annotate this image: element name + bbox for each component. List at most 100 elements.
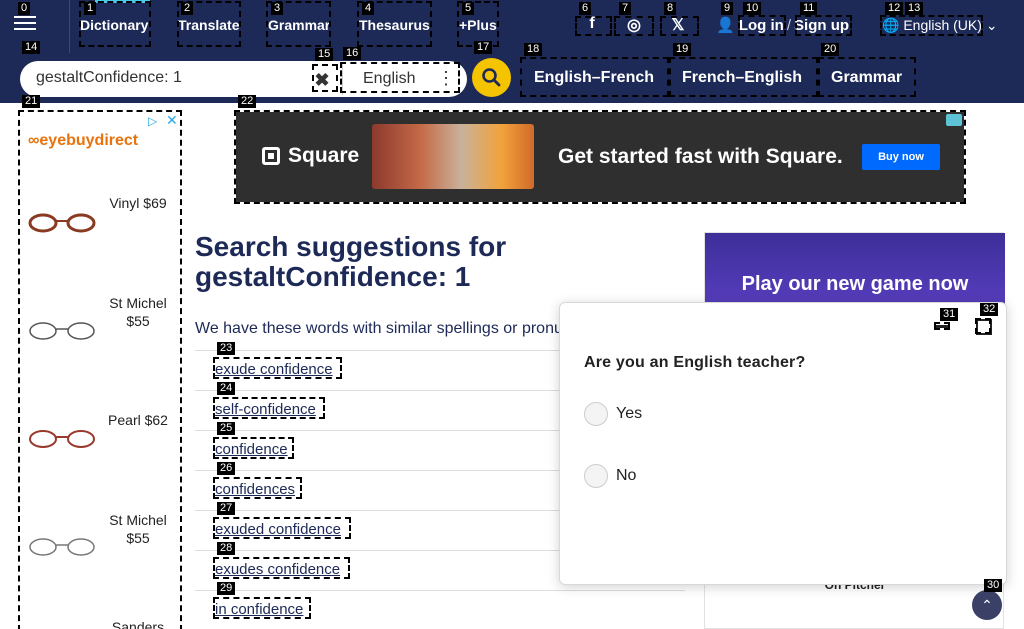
ad-product-label: Pearl $62 <box>108 412 168 428</box>
nav-divider <box>69 0 70 53</box>
nav-plus[interactable]: +Plus <box>459 17 497 33</box>
glasses-image <box>28 536 96 558</box>
expand-icon[interactable] <box>976 319 992 335</box>
annotation-tag: 13 <box>905 2 924 15</box>
annotation-tag: 27 <box>217 502 236 515</box>
nav-thesaurus[interactable]: Thesaurus <box>359 17 430 33</box>
annotation-tag: 29 <box>217 582 236 595</box>
suggestion-link[interactable]: exudes confidence <box>215 561 340 578</box>
banner-brand: Square <box>288 144 360 167</box>
top-navigation: Dictionary Translate Grammar Thesaurus +… <box>0 0 1024 53</box>
left-sidebar-ad[interactable]: ▷ ✕ ∞eyebuydirect Vinyl $69 St Michel $5… <box>20 112 180 629</box>
survey-option-label: No <box>616 467 637 484</box>
page-title-query: gestaltConfidence: 1 <box>195 261 471 292</box>
scroll-to-top-icon[interactable]: ⌃ <box>972 590 1002 620</box>
annotation-tag: 15 <box>315 48 334 61</box>
annotation-tag: 5 <box>462 2 475 15</box>
radio-button[interactable] <box>584 402 608 426</box>
close-ad-icon[interactable]: ✕ <box>166 112 178 129</box>
annotation-tag: 30 <box>984 579 1003 592</box>
survey-option-label: Yes <box>616 405 643 422</box>
glasses-image <box>28 212 96 234</box>
annotation-tag: 9 <box>721 2 734 15</box>
annotation-tag: 2 <box>181 2 194 15</box>
language-selector[interactable]: 🌐 English (UK) ⌄ <box>882 17 998 34</box>
quick-link-english-french[interactable]: English–French <box>534 69 654 87</box>
suggestion-link[interactable]: confidences <box>215 481 295 498</box>
square-logo-icon <box>262 147 280 165</box>
survey-popup: Are you an English teacher? Yes No <box>559 302 1007 585</box>
right-ad-headline: Play our new game now <box>741 273 969 295</box>
quick-link-french-english[interactable]: French–English <box>682 69 802 87</box>
clear-search-icon[interactable]: ✖ <box>312 70 332 90</box>
annotation-tag: 24 <box>217 382 236 395</box>
auth-links: 👤 Log in / Sign up <box>716 16 849 34</box>
banner-headline: Get started fast with Square. <box>558 145 843 168</box>
kebab-menu-icon: ⋮ <box>437 68 455 88</box>
annotation-tag: 16 <box>343 47 362 60</box>
radio-button[interactable] <box>584 464 608 488</box>
search-bar: ✖ English ⋮ English–French French–Englis… <box>0 53 1024 103</box>
annotation-tag: 25 <box>217 422 236 435</box>
annotation-tag: 26 <box>217 462 236 475</box>
survey-option-yes[interactable]: Yes <box>584 402 784 426</box>
page-title-prefix: Search suggestions for <box>195 231 507 262</box>
suggestion-link[interactable]: in confidence <box>215 601 303 618</box>
x-icon[interactable]: 𝕏 <box>667 15 689 35</box>
survey-question: Are you an English teacher? <box>584 354 806 371</box>
banner-photo <box>372 124 534 189</box>
annotation-tag: 12 <box>885 2 904 15</box>
suggestions-intro: We have these words with similar spellin… <box>195 320 565 337</box>
quick-link-grammar[interactable]: Grammar <box>831 69 902 87</box>
user-icon: 👤 <box>716 17 735 34</box>
annotation-tag: 22 <box>238 95 257 108</box>
annotation-tag: 31 <box>940 308 959 321</box>
suggestion-link[interactable]: exude confidence <box>215 361 333 378</box>
annotation-tag: 11 <box>800 2 818 15</box>
annotation-tag: 23 <box>217 342 236 355</box>
suggestion-link[interactable]: confidence <box>215 441 288 458</box>
nav-grammar[interactable]: Grammar <box>268 17 330 33</box>
annotation-tag: 1 <box>84 2 97 15</box>
page-title: Search suggestions for gestaltConfidence… <box>195 232 506 292</box>
banner-cta-button[interactable]: Buy now <box>862 144 940 170</box>
annotation-tag: 21 <box>22 95 41 108</box>
ad-product-label: St Michel $55 <box>109 512 167 546</box>
dictionary-selector[interactable]: English ⋮ <box>342 63 460 95</box>
globe-icon: 🌐 <box>882 17 900 33</box>
annotation-tag: 8 <box>664 2 677 15</box>
adchoices-icon[interactable] <box>946 114 962 126</box>
search-icon <box>482 68 501 87</box>
chevron-down-icon: ⌄ <box>985 17 998 33</box>
adchoices-icon[interactable]: ▷ <box>148 114 157 128</box>
annotation-tag: 0 <box>18 2 31 15</box>
annotation-tag: 32 <box>980 303 999 316</box>
search-input[interactable] <box>36 69 316 87</box>
survey-option-no[interactable]: No <box>584 464 784 488</box>
search-button[interactable] <box>472 58 511 97</box>
nav-translate[interactable]: Translate <box>178 17 239 33</box>
nav-dictionary[interactable]: Dictionary <box>80 17 148 33</box>
list-item: in confidence <box>195 590 685 629</box>
annotation-tag: 6 <box>579 2 592 15</box>
dictionary-label: English <box>363 70 416 87</box>
suggestion-link[interactable]: self-confidence <box>215 401 316 418</box>
ad-product-label: Vinyl $69 <box>109 195 167 211</box>
banner-ad[interactable]: Square Get started fast with Square. Buy… <box>236 112 964 202</box>
annotation-tag: 3 <box>271 2 284 15</box>
instagram-icon[interactable]: ◎ <box>623 15 645 35</box>
login-link[interactable]: Log in <box>739 17 784 34</box>
annotation-tag: 28 <box>217 542 236 555</box>
annotation-tag: 17 <box>474 41 493 54</box>
facebook-icon[interactable]: f <box>581 15 603 33</box>
language-label: English (UK) <box>903 17 982 33</box>
annotation-tag: 7 <box>619 2 632 15</box>
ad-product-label: Sanders <box>111 619 165 629</box>
signup-link[interactable]: Sign up <box>794 17 849 34</box>
hamburger-icon[interactable] <box>12 12 38 38</box>
annotation-tag: 10 <box>743 2 762 15</box>
annotation-tag: 20 <box>821 43 840 56</box>
glasses-image <box>28 428 96 450</box>
ad-brand-logo: ∞eyebuydirect <box>28 132 139 149</box>
suggestion-link[interactable]: exuded confidence <box>215 521 341 538</box>
